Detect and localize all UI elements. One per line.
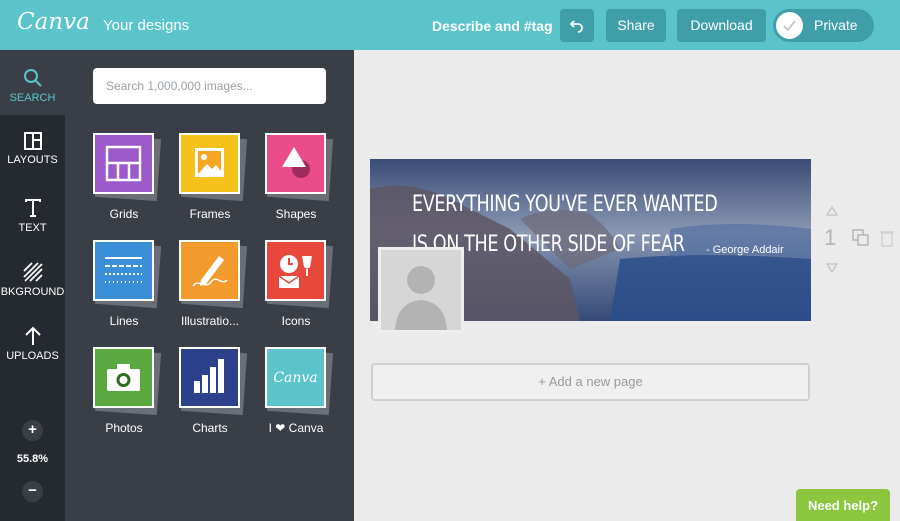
share-button[interactable]: Share [606, 9, 666, 42]
need-help-button[interactable]: Need help? [796, 489, 890, 521]
tile-label: Charts [192, 421, 228, 435]
icons-icon [265, 240, 326, 301]
quote-author[interactable]: - George Addair [706, 244, 784, 256]
move-page-up-icon[interactable] [826, 206, 838, 216]
tile-label: Lines [109, 314, 139, 328]
private-toggle[interactable]: Private [773, 9, 874, 42]
quote-line-1[interactable]: EVERYTHING YOU'VE EVER WANTED [412, 192, 718, 217]
tile-illustrations[interactable]: Illustratio... [179, 240, 255, 335]
move-page-down-icon[interactable] [826, 263, 838, 273]
svg-text:Canva: Canva [273, 370, 317, 386]
tile-label: Grids [109, 207, 139, 221]
background-icon [22, 262, 43, 282]
tile-label: Frames [189, 207, 231, 221]
camera-icon [93, 347, 154, 408]
check-icon [783, 20, 796, 32]
tile-lines[interactable]: Lines [93, 240, 169, 335]
rail-item-text[interactable]: TEXT [0, 182, 65, 247]
rail-label-uploads: UPLOADS [6, 350, 59, 362]
your-designs-link[interactable]: Your designs [103, 17, 189, 34]
rail-item-layouts[interactable]: LAYOUTS [0, 116, 65, 181]
undo-icon [569, 20, 583, 33]
avatar-placeholder[interactable] [378, 247, 464, 333]
add-new-page-button[interactable]: + Add a new page [371, 363, 810, 401]
tile-i-love-canva[interactable]: Canva I ❤ Canva [265, 347, 341, 442]
tile-charts[interactable]: Charts [179, 347, 255, 442]
rail-item-uploads[interactable]: UPLOADS [0, 314, 65, 379]
chart-icon [179, 347, 240, 408]
tile-frames[interactable]: Frames [179, 133, 255, 228]
rail-label-text: TEXT [18, 222, 47, 234]
undo-button[interactable] [560, 9, 594, 42]
rail-label-search: SEARCH [9, 92, 56, 104]
tile-label: Icons [281, 314, 311, 328]
top-bar: Canva Your designs Describe and #tag Sha… [0, 0, 900, 50]
toggle-knob [776, 12, 803, 39]
side-rail: SEARCH LAYOUTS TEXT BKGROUND UPLOADS + 5… [0, 50, 65, 521]
tile-photos[interactable]: Photos [93, 347, 169, 442]
page-number: 1 [824, 225, 837, 250]
upload-icon [24, 326, 41, 345]
tile-grids[interactable]: Grids [93, 133, 169, 228]
layouts-icon [23, 132, 42, 150]
download-button[interactable]: Download [677, 9, 766, 42]
lines-icon [93, 240, 154, 301]
canva-icon: Canva [265, 347, 326, 408]
search-icon [23, 69, 42, 87]
zoom-in-button[interactable]: + [22, 420, 43, 441]
tile-shapes[interactable]: Shapes [265, 133, 341, 228]
zoom-out-button[interactable]: − [22, 481, 43, 502]
canva-logo[interactable]: Canva [17, 9, 90, 35]
image-search-input[interactable]: Search 1,000,000 images... [93, 68, 326, 104]
shapes-icon [265, 133, 326, 194]
rail-label-layouts: LAYOUTS [7, 154, 58, 166]
delete-page-icon[interactable] [880, 229, 894, 247]
zoom-level: 55.8% [16, 453, 49, 465]
elements-panel: Search 1,000,000 images... Grids Frames [65, 50, 354, 521]
person-silhouette-icon [395, 266, 447, 330]
private-label: Private [814, 17, 858, 33]
tile-label: Illustratio... [180, 314, 240, 328]
tile-label: Photos [105, 421, 143, 435]
grid-icon [93, 133, 154, 194]
tile-label: Shapes [275, 207, 317, 221]
frame-icon [179, 133, 240, 194]
rail-item-search[interactable]: SEARCH [0, 50, 65, 115]
pencil-icon [179, 240, 240, 301]
rail-label-background: BKGROUND [0, 286, 65, 298]
describe-and-tag-link[interactable]: Describe and #tag [432, 18, 553, 34]
tile-icons[interactable]: Icons [265, 240, 341, 335]
rail-item-background[interactable]: BKGROUND [0, 248, 65, 313]
copy-page-icon[interactable] [852, 229, 870, 247]
tile-label: I ❤ Canva [268, 421, 324, 435]
text-icon [24, 199, 41, 217]
